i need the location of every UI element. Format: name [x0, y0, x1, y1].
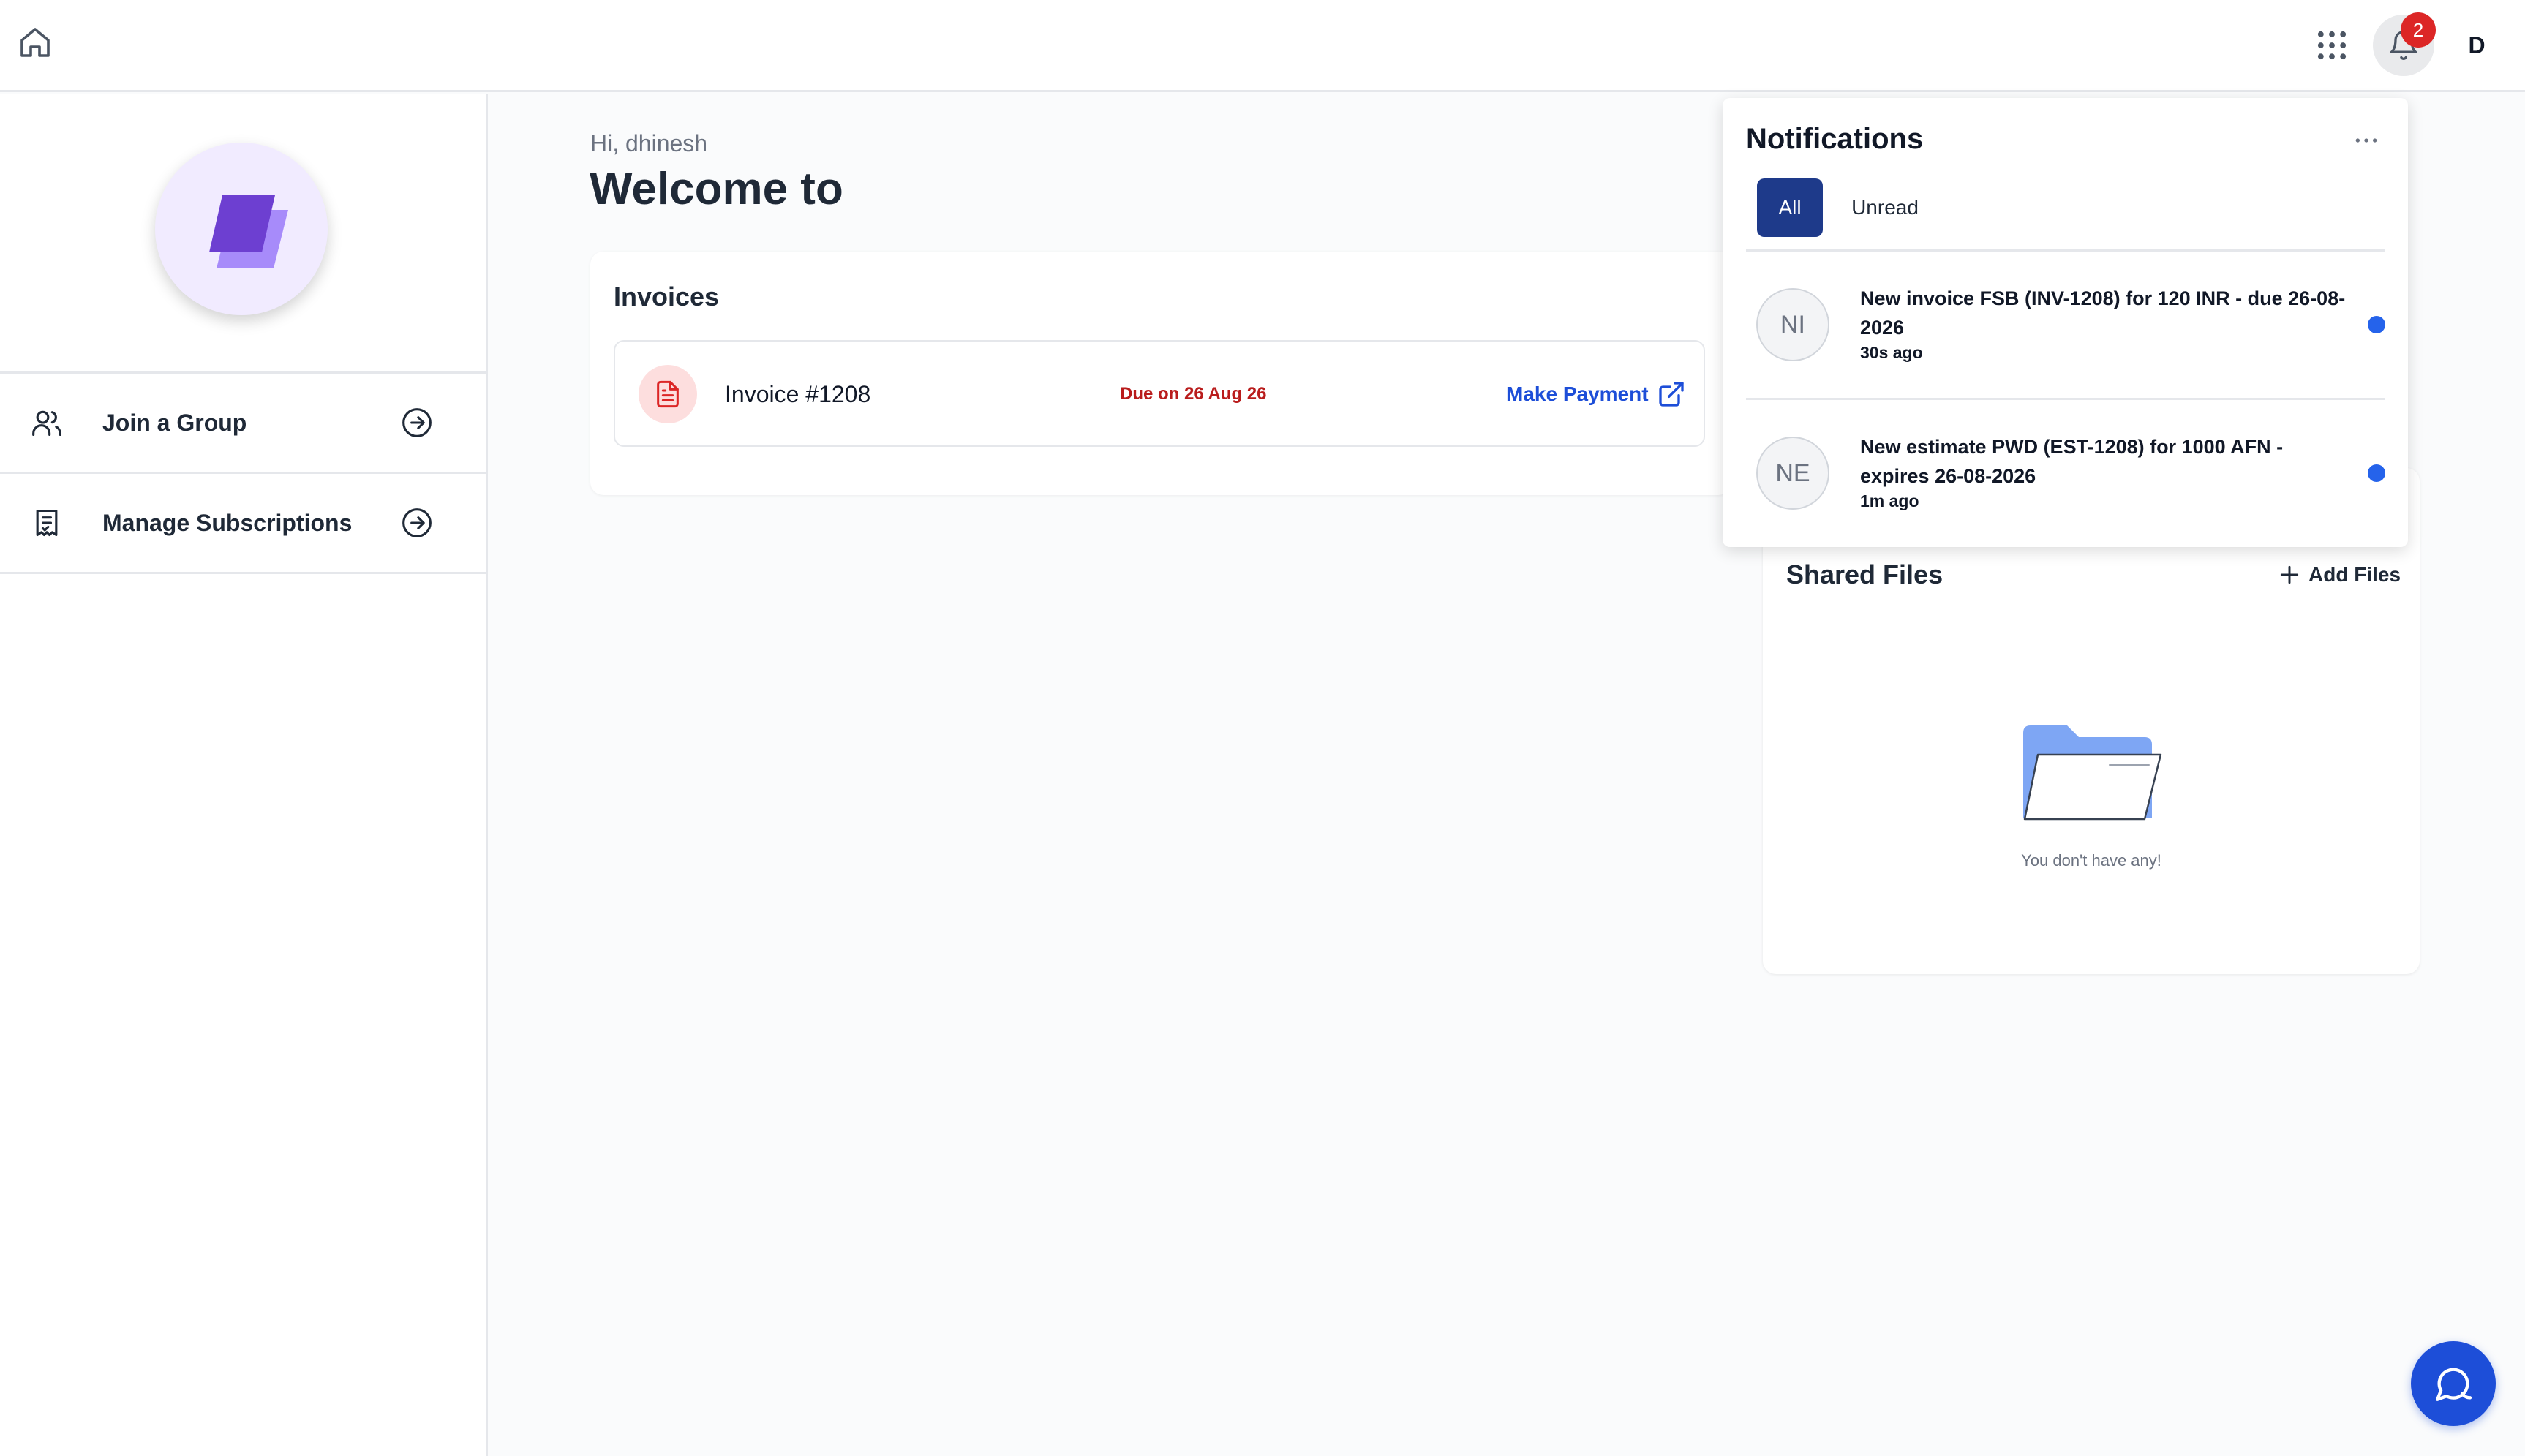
chat-support-button[interactable] [2411, 1341, 2496, 1426]
notifications-panel: Notifications All Unread NI New invoice … [1723, 98, 2408, 547]
sidebar-item-label: Manage Subscriptions [102, 510, 353, 536]
notification-avatar: NE [1756, 437, 1829, 510]
unread-indicator-dot [2368, 464, 2385, 482]
invoice-number: Invoice #1208 [725, 381, 871, 407]
organization-logo [155, 143, 328, 315]
plus-icon [2280, 565, 2299, 584]
external-link-icon[interactable] [1657, 380, 1686, 409]
invoices-card: Invoices Invoice #1208 Due on 26 Aug 26 … [590, 252, 1731, 495]
user-avatar[interactable]: D [2458, 26, 2496, 64]
more-horizontal-icon[interactable] [2352, 126, 2381, 155]
page-title: Welcome to [590, 164, 843, 214]
notification-avatar: NI [1756, 288, 1829, 361]
notification-item[interactable]: NE New estimate PWD (EST-1208) for 1000 … [1746, 400, 2385, 546]
sidebar-item-join-group[interactable]: Join a Group [0, 374, 486, 472]
chat-icon [2436, 1368, 2472, 1401]
tab-all[interactable]: All [1757, 178, 1823, 237]
apps-grid-icon[interactable] [2313, 26, 2351, 64]
notification-item[interactable]: NI New invoice FSB (INV-1208) for 120 IN… [1746, 252, 2385, 398]
notification-text: New estimate PWD (EST-1208) for 1000 AFN… [1860, 436, 2284, 487]
empty-folder-icon [2023, 725, 2162, 821]
invoice-due-date: Due on 26 Aug 26 [1120, 384, 1267, 404]
add-files-label: Add Files [2308, 563, 2401, 586]
sidebar: Join a Group Manage Subscriptions [0, 94, 488, 1456]
users-icon [32, 410, 61, 437]
arrow-circle-right-icon [402, 408, 432, 437]
sidebar-item-manage-subscriptions[interactable]: Manage Subscriptions [0, 474, 486, 572]
invoices-title: Invoices [614, 282, 720, 312]
shared-files-title: Shared Files [1786, 559, 1943, 589]
greeting-text: Hi, dhinesh [590, 130, 708, 156]
empty-state-text: You don't have any! [2021, 851, 2161, 870]
tab-unread[interactable]: Unread [1840, 178, 1930, 237]
notification-count-badge: 2 [2401, 12, 2436, 48]
receipt-icon [36, 509, 58, 537]
notifications-title: Notifications [1746, 123, 1924, 155]
sidebar-item-label: Join a Group [102, 410, 247, 436]
notification-time: 1m ago [1860, 491, 1919, 510]
invoice-row[interactable]: Invoice #1208 Due on 26 Aug 26 Make Paym… [614, 340, 1705, 447]
notification-time: 30s ago [1860, 343, 1923, 362]
make-payment-link[interactable]: Make Payment [1506, 378, 1649, 410]
notification-text: New invoice FSB (INV-1208) for 120 INR -… [1860, 287, 2346, 339]
top-bar: 2 D [0, 0, 2525, 92]
unread-indicator-dot [2368, 316, 2385, 333]
home-icon[interactable] [18, 25, 53, 60]
invoice-document-icon [639, 365, 697, 423]
sidebar-divider [0, 572, 486, 574]
arrow-circle-right-icon [402, 508, 432, 537]
